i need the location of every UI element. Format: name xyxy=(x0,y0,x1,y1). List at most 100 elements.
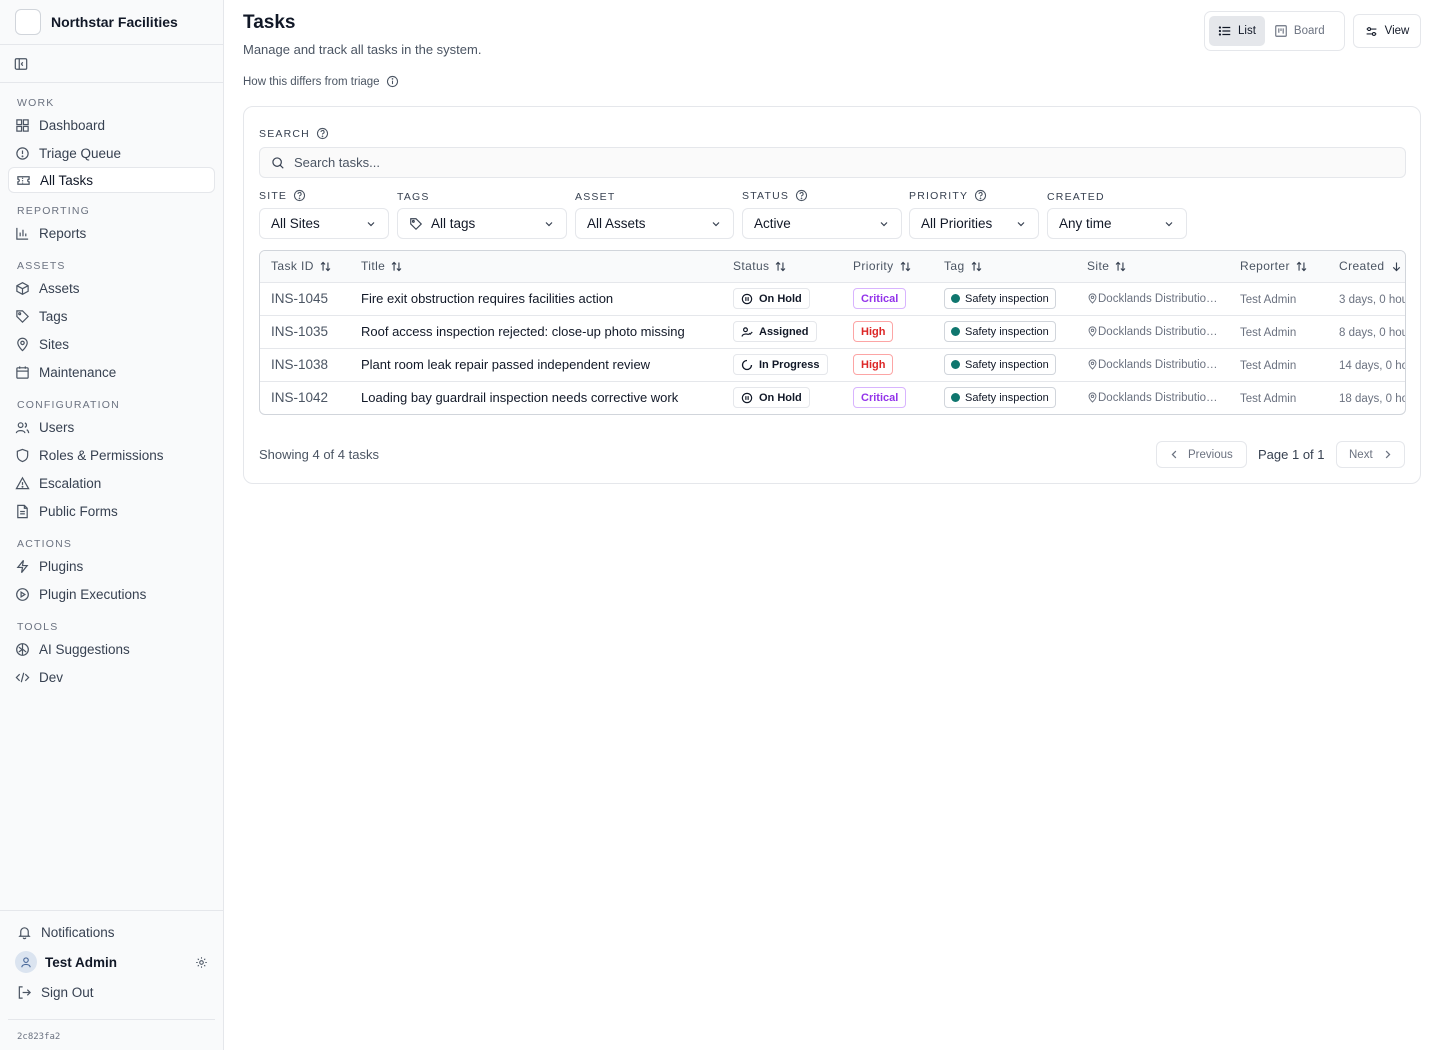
board-icon xyxy=(1274,24,1294,38)
sidebar-toggle-icon[interactable] xyxy=(14,57,28,71)
column-header-status[interactable]: Status xyxy=(722,251,842,283)
next-page-button[interactable]: Next xyxy=(1336,441,1405,468)
created-text: 3 days, 0 hours ago xyxy=(1339,294,1405,306)
chevron-right-icon xyxy=(1382,449,1393,460)
sidebar-item-tags[interactable]: Tags xyxy=(8,302,215,330)
help-icon xyxy=(287,189,306,202)
chevron-down-icon xyxy=(1163,218,1175,230)
column-header-task-id[interactable]: Task ID xyxy=(260,251,350,283)
column-header-title[interactable]: Title xyxy=(350,251,722,283)
status-select[interactable]: Active xyxy=(742,208,902,239)
task-title[interactable]: Fire exit obstruction requires facilitie… xyxy=(361,291,613,306)
site-cell: Docklands Distribution Centre xyxy=(1087,392,1229,404)
sidebar-item-assets[interactable]: Assets xyxy=(8,274,215,302)
tag-icon xyxy=(409,217,423,231)
sign-out-link[interactable]: Sign Out xyxy=(0,977,223,1007)
sidebar-item-reports[interactable]: Reports xyxy=(8,219,215,247)
sort-icon xyxy=(314,260,332,273)
user-row[interactable]: Test Admin xyxy=(0,947,223,977)
column-header-site[interactable]: Site xyxy=(1076,251,1229,283)
users-icon xyxy=(15,420,30,435)
search-input[interactable] xyxy=(294,155,1294,170)
showing-count: Showing 4 of 4 tasks xyxy=(259,447,379,462)
tags-filter-label: TAGS xyxy=(397,191,430,203)
sidebar-item-maintenance[interactable]: Maintenance xyxy=(8,358,215,386)
view-options-button[interactable]: View xyxy=(1353,14,1421,48)
sidebar-nav: WORK Dashboard Triage Queue All Tasks RE… xyxy=(0,83,223,691)
status-select-value: Active xyxy=(754,216,791,231)
user-check-icon xyxy=(741,326,759,338)
site-cell: Docklands Distribution Centre xyxy=(1087,293,1229,305)
column-header-created[interactable]: Created xyxy=(1328,251,1405,283)
list-view-button[interactable]: List xyxy=(1209,16,1265,46)
sidebar-item-dashboard[interactable]: Dashboard xyxy=(8,111,215,139)
zap-icon xyxy=(15,559,30,574)
previous-page-button[interactable]: Previous xyxy=(1156,441,1247,468)
sidebar-item-escalation[interactable]: Escalation xyxy=(8,469,215,497)
sidebar-item-label: Sites xyxy=(39,336,70,352)
sidebar-item-plugin-executions[interactable]: Plugin Executions xyxy=(8,580,215,608)
search-field[interactable] xyxy=(259,147,1406,178)
task-title[interactable]: Loading bay guardrail inspection needs c… xyxy=(361,390,678,405)
site-select[interactable]: All Sites xyxy=(259,208,389,239)
sliders-icon xyxy=(1365,25,1385,38)
created-select[interactable]: Any time xyxy=(1047,208,1187,239)
task-title[interactable]: Plant room leak repair passed independen… xyxy=(361,357,650,372)
board-view-button[interactable]: Board xyxy=(1265,16,1334,46)
column-header-reporter[interactable]: Reporter xyxy=(1229,251,1328,283)
tags-select[interactable]: All tags xyxy=(397,208,567,239)
table-row[interactable]: INS-1038 Plant room leak repair passed in… xyxy=(260,348,1405,381)
task-id[interactable]: INS-1042 xyxy=(271,390,328,405)
task-id[interactable]: INS-1045 xyxy=(271,291,328,306)
brand[interactable]: Northstar Facilities xyxy=(0,0,223,45)
task-id[interactable]: INS-1038 xyxy=(271,357,328,372)
task-id[interactable]: INS-1035 xyxy=(271,324,328,339)
column-label: Status xyxy=(733,259,770,274)
list-label: List xyxy=(1238,25,1256,37)
sidebar-item-all-tasks[interactable]: All Tasks xyxy=(8,167,215,193)
notifications-label: Notifications xyxy=(41,924,115,940)
site-cell: Docklands Distribution Centre xyxy=(1087,359,1229,371)
created-select-value: Any time xyxy=(1059,216,1112,231)
tasks-table: Task ID Title Status Priority Tag Site R… xyxy=(260,251,1405,414)
differs-from-triage-link[interactable]: How this differs from triage xyxy=(243,75,399,88)
notifications-link[interactable]: Notifications xyxy=(0,917,223,947)
column-header-priority[interactable]: Priority xyxy=(842,251,933,283)
sidebar-item-dev[interactable]: Dev xyxy=(8,663,215,691)
column-header-tag[interactable]: Tag xyxy=(933,251,1076,283)
tag-color-dot xyxy=(951,327,960,336)
status-badge: In Progress xyxy=(733,354,828,375)
tag-icon xyxy=(15,309,30,324)
sidebar-item-users[interactable]: Users xyxy=(8,413,215,441)
sidebar-item-public-forms[interactable]: Public Forms xyxy=(8,497,215,525)
sidebar-item-label: Plugin Executions xyxy=(39,586,147,602)
sidebar-item-label: All Tasks xyxy=(40,172,94,188)
chevron-down-icon xyxy=(365,218,377,230)
settings-gear-icon[interactable] xyxy=(195,956,208,969)
asset-select[interactable]: All Assets xyxy=(575,208,734,239)
asset-filter-label: ASSET xyxy=(575,191,615,203)
sidebar-item-roles-permissions[interactable]: Roles & Permissions xyxy=(8,441,215,469)
priority-select[interactable]: All Priorities xyxy=(909,208,1039,239)
avatar xyxy=(15,951,37,973)
sidebar-item-label: Public Forms xyxy=(39,503,118,519)
sidebar-item-triage-queue[interactable]: Triage Queue xyxy=(8,139,215,167)
tasks-table-container: Task ID Title Status Priority Tag Site R… xyxy=(259,250,1406,415)
priority-badge: Critical xyxy=(853,387,907,408)
status-text: On Hold xyxy=(759,292,802,305)
table-row[interactable]: INS-1045 Fire exit obstruction requires f… xyxy=(260,282,1405,315)
sidebar-item-plugins[interactable]: Plugins xyxy=(8,552,215,580)
table-row[interactable]: INS-1042 Loading bay guardrail inspection… xyxy=(260,381,1405,414)
map-pin-icon xyxy=(1087,359,1098,370)
status-filter-label: STATUS xyxy=(742,189,808,202)
table-row[interactable]: INS-1035 Roof access inspection rejected:… xyxy=(260,315,1405,348)
priority-filter-label: PRIORITY xyxy=(909,189,987,202)
sidebar-item-ai-suggestions[interactable]: AI Suggestions xyxy=(8,635,215,663)
column-label: Site xyxy=(1087,259,1110,274)
task-title[interactable]: Roof access inspection rejected: close-u… xyxy=(361,324,685,339)
sidebar-item-label: Users xyxy=(39,419,75,435)
footer-divider xyxy=(8,1019,215,1020)
sidebar-item-label: Dev xyxy=(39,669,64,685)
view-label: View xyxy=(1384,25,1410,37)
sidebar-item-sites[interactable]: Sites xyxy=(8,330,215,358)
